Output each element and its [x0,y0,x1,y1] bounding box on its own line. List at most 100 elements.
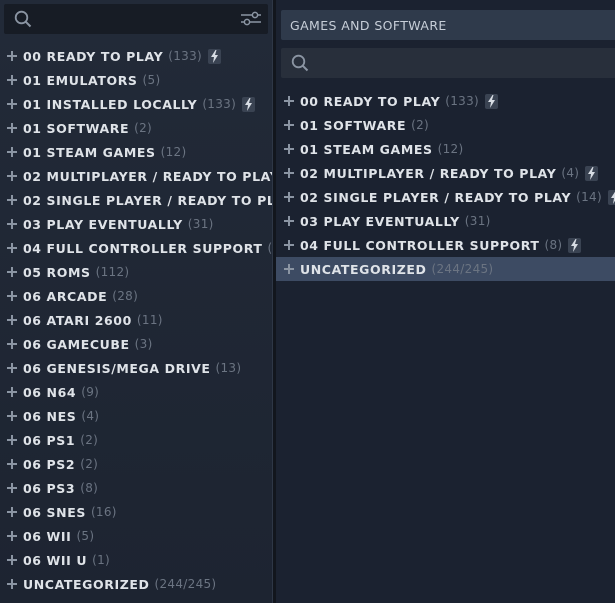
plus-icon[interactable] [284,192,294,202]
collection-item[interactable]: UNCATEGORIZED (244/245) [276,257,615,281]
collection-item[interactable]: 04 FULL CONTROLLER SUPPORT (8) [276,233,615,257]
collection-item[interactable]: 01 STEAM GAMES (12) [276,137,615,161]
plus-icon[interactable] [284,264,294,274]
collection-label: 03 PLAY EVENTUALLY [300,213,460,229]
plus-icon[interactable] [284,216,294,226]
collection-item[interactable]: 01 INSTALLED LOCALLY (133) [0,92,272,116]
plus-icon[interactable] [7,75,17,85]
plus-icon[interactable] [284,96,294,106]
plus-icon[interactable] [284,144,294,154]
collection-item[interactable]: 01 EMULATORS (5) [0,68,272,92]
plus-icon[interactable] [7,51,17,61]
collection-item[interactable]: 01 STEAM GAMES (12) [0,140,272,164]
dynamic-collection-bolt-icon [485,93,498,109]
group-title: GAMES AND SOFTWARE [290,17,447,33]
collection-item[interactable]: 06 WII (5) [0,524,272,548]
collection-label: 04 FULL CONTROLLER SUPPORT [23,240,263,256]
collection-item[interactable]: 00 READY TO PLAY (133) [0,44,272,68]
group-search-input[interactable] [315,52,595,74]
dynamic-collection-bolt-icon [208,48,221,64]
collection-count: (31) [187,217,214,231]
plus-icon[interactable] [7,339,17,349]
collection-item[interactable]: 06 ARCADE (28) [0,284,272,308]
collection-label: 01 STEAM GAMES [300,141,433,157]
collection-label: 06 GAMECUBE [23,336,130,352]
collection-item[interactable]: UNCATEGORIZED (244/245) [0,572,272,596]
collection-count: (3) [134,337,153,351]
dynamic-collection-bolt-icon [607,189,615,205]
collection-item[interactable]: 06 PS3 (8) [0,476,272,500]
collection-label: 02 SINGLE PLAYER / READY TO PLAY [300,189,572,205]
plus-icon[interactable] [7,171,17,181]
plus-icon[interactable] [7,555,17,565]
collection-item[interactable]: 02 MULTIPLAYER / READY TO PLAY(4) [0,164,272,188]
collection-item[interactable]: 06 PS2 (2) [0,452,272,476]
plus-icon[interactable] [7,579,17,589]
plus-icon[interactable] [7,507,17,517]
collection-label: 02 MULTIPLAYER / READY TO PLAY [300,165,557,181]
group-header[interactable]: GAMES AND SOFTWARE [281,10,615,40]
collection-item[interactable]: 06 PS1 (2) [0,428,272,452]
collection-label: 06 PS2 [23,456,76,472]
collection-item[interactable]: 03 PLAY EVENTUALLY (31) [0,212,272,236]
collection-label: 05 ROMS [23,264,91,280]
collection-label: 01 EMULATORS [23,72,138,88]
plus-icon[interactable] [7,459,17,469]
collection-item[interactable]: 04 FULL CONTROLLER SUPPORT(8) [0,236,272,260]
group-search-box[interactable] [281,48,615,78]
plus-icon[interactable] [7,387,17,397]
collections-sidebar: 00 READY TO PLAY (133) 01 EMULATORS (5) 01 I… [0,0,272,603]
collection-count: (31) [464,214,491,228]
plus-icon[interactable] [7,315,17,325]
collection-count: (2) [80,433,99,447]
collection-item[interactable]: 01 SOFTWARE (2) [0,116,272,140]
collection-item[interactable]: 06 NES (4) [0,404,272,428]
collection-label: 01 SOFTWARE [300,117,407,133]
collection-item[interactable]: 06 GAMECUBE (3) [0,332,272,356]
plus-icon[interactable] [7,99,17,109]
plus-icon[interactable] [7,363,17,373]
collection-search-box[interactable] [4,4,268,34]
collection-item[interactable]: 03 PLAY EVENTUALLY (31) [276,209,615,233]
plus-icon[interactable] [284,240,294,250]
collection-count: (5) [142,73,161,87]
collection-count: (8) [544,238,563,252]
group-collection-list: 00 READY TO PLAY (133) 01 SOFTWARE (2) 01 ST… [276,89,615,281]
collection-item[interactable]: 02 MULTIPLAYER / READY TO PLAY(4) [276,161,615,185]
plus-icon[interactable] [7,123,17,133]
plus-icon[interactable] [284,168,294,178]
collection-item[interactable]: 02 SINGLE PLAYER / READY TO PLAY (14) [276,185,615,209]
plus-icon[interactable] [7,411,17,421]
filter-sliders-icon[interactable] [240,10,262,32]
dynamic-collection-bolt-icon [585,165,599,181]
collection-item[interactable]: 06 N64 (9) [0,380,272,404]
plus-icon[interactable] [7,219,17,229]
plus-icon[interactable] [7,531,17,541]
collection-count: (4) [81,409,100,423]
collections-window: 00 READY TO PLAY (133) 01 EMULATORS (5) 01 I… [0,0,615,603]
collection-count: (12) [437,142,464,156]
plus-icon[interactable] [7,483,17,493]
collection-item[interactable]: 01 SOFTWARE (2) [276,113,615,137]
plus-icon[interactable] [7,243,17,253]
collection-item[interactable]: 05 ROMS (112) [0,260,272,284]
collection-label: 04 FULL CONTROLLER SUPPORT [300,237,540,253]
plus-icon[interactable] [7,291,17,301]
collection-label: 06 N64 [23,384,77,400]
collection-item[interactable]: 06 GENESIS/MEGA DRIVE (13) [0,356,272,380]
collection-label: 00 READY TO PLAY [23,48,164,64]
plus-icon[interactable] [7,147,17,157]
collection-search-input[interactable] [38,8,228,30]
collection-item[interactable]: 06 ATARI 2600 (11) [0,308,272,332]
plus-icon[interactable] [7,435,17,445]
collection-item[interactable]: 00 READY TO PLAY (133) [276,89,615,113]
collection-item[interactable]: 06 SNES (16) [0,500,272,524]
collection-label: 06 ARCADE [23,288,108,304]
collection-item[interactable]: 06 WII U (1) [0,548,272,572]
plus-icon[interactable] [7,195,17,205]
collection-label: 06 GENESIS/MEGA DRIVE [23,360,211,376]
plus-icon[interactable] [7,267,17,277]
collection-count: (14) [576,190,602,204]
plus-icon[interactable] [284,120,294,130]
collection-item[interactable]: 02 SINGLE PLAYER / READY TO PLAY( [0,188,272,212]
